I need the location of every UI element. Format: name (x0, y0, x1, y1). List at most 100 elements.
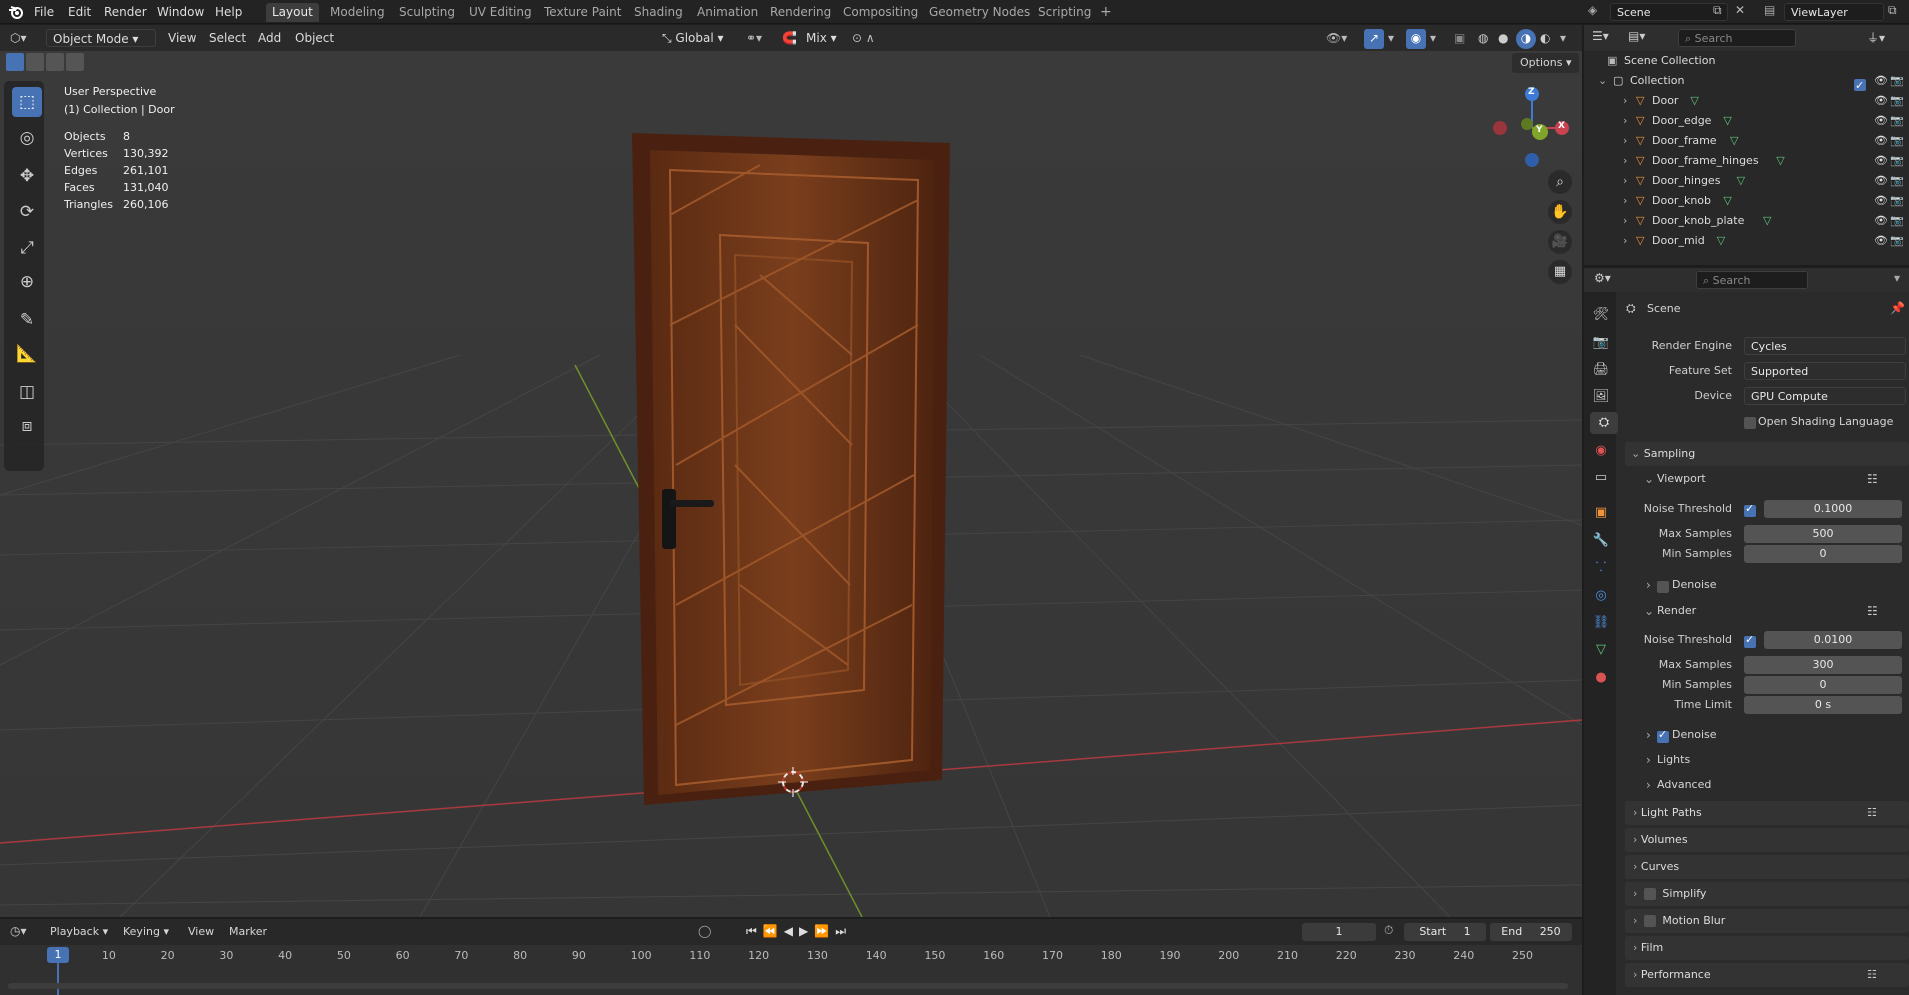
mode-dropdown[interactable]: Object Mode ▾ (46, 29, 156, 47)
start-frame-field[interactable]: Start 1 (1404, 923, 1486, 941)
preview-range-icon[interactable]: ⏱ (1384, 923, 1393, 938)
outliner-object-row[interactable]: › ▽ Door_hinges ▽ 👁 📷 (1584, 171, 1909, 191)
viewport-noise-threshold-checkbox[interactable] (1744, 502, 1756, 517)
scene-selector[interactable]: Scene (1610, 3, 1728, 21)
chevron-right-icon[interactable]: › (1623, 191, 1627, 211)
curves-panel-header[interactable]: › Curves (1625, 855, 1909, 879)
viewport-subpanel-label[interactable]: Viewport (1657, 472, 1706, 485)
visibility-eye-icon[interactable]: 👁 (1874, 71, 1888, 91)
presets-list-icon[interactable]: ☷ (1867, 801, 1877, 825)
gizmo-toggle-icon[interactable]: ↗ (1364, 29, 1384, 49)
select-box-icon[interactable]: ⬚ (12, 87, 42, 117)
navigation-gizmo[interactable]: Z X Y (1485, 85, 1575, 175)
presets-list-icon[interactable]: ☷ (1867, 472, 1878, 486)
tab-geometry-nodes[interactable]: Geometry Nodes (923, 3, 1036, 22)
render-engine-dropdown[interactable]: Cycles (1744, 337, 1906, 355)
properties-search-input[interactable]: ⌕ Search (1696, 271, 1808, 289)
osl-checkbox[interactable] (1744, 415, 1756, 429)
sampling-panel-header[interactable]: ⌄ Sampling (1625, 442, 1909, 466)
simplify-checkbox[interactable] (1643, 888, 1656, 900)
perspective-toggle-icon[interactable]: ▦ (1548, 260, 1572, 284)
outliner-editor-icon[interactable]: ☰▾ (1592, 29, 1609, 43)
display-mode-icon[interactable]: ▤▾ (1628, 29, 1645, 43)
rendered-shading-icon[interactable]: ◐ (1540, 29, 1550, 47)
select-intersect-icon[interactable] (66, 53, 84, 71)
timeline-view-menu[interactable]: View (188, 925, 214, 938)
orientation-dropdown[interactable]: ⤡ Global ▾ (662, 29, 724, 47)
tab-modeling[interactable]: Modeling (324, 3, 391, 22)
outliner-object-row[interactable]: › ▽ Door_frame_hinges ▽ 👁 📷 (1584, 151, 1909, 171)
chevron-right-icon[interactable]: › (1623, 131, 1627, 151)
time-limit-field[interactable]: 0 s (1744, 696, 1902, 714)
collection-tab-icon[interactable]: ▭ (1590, 467, 1612, 489)
tab-rendering[interactable]: Rendering (764, 3, 837, 22)
outliner-object-row[interactable]: › ▽ Door_edge ▽ 👁 📷 (1584, 111, 1909, 131)
xray-toggle-icon[interactable]: ▣ (1454, 29, 1465, 47)
render-camera-icon[interactable]: 📷 (1890, 111, 1904, 131)
render-max-samples-field[interactable]: 300 (1744, 656, 1902, 674)
snap-target-dropdown[interactable]: Mix ▾ (806, 29, 837, 47)
select-extend-icon[interactable] (26, 53, 44, 71)
render-camera-icon[interactable]: 📷 (1890, 91, 1904, 111)
rotate-tool-icon[interactable]: ⟳ (12, 197, 42, 227)
render-camera-icon[interactable]: 📷 (1890, 171, 1904, 191)
render-camera-icon[interactable]: 📷 (1890, 71, 1904, 91)
outliner-object-row[interactable]: › ▽ Door_frame ▽ 👁 📷 (1584, 131, 1909, 151)
mesh-data-icon[interactable]: ▽ (1717, 231, 1725, 251)
performance-panel-header[interactable]: › Performance ☷ (1625, 963, 1909, 987)
world-tab-icon[interactable]: ◉ (1590, 440, 1612, 462)
render-noise-threshold-checkbox[interactable] (1744, 633, 1756, 648)
output-tab-icon[interactable]: 🖨 (1590, 359, 1612, 381)
modifier-tab-icon[interactable]: 🔧 (1590, 530, 1612, 552)
device-dropdown[interactable]: GPU Compute (1744, 387, 1906, 405)
outliner-search-input[interactable]: ⌕ Search (1678, 29, 1796, 47)
properties-options-icon[interactable]: ▾ (1894, 271, 1900, 285)
add-object-tool-icon[interactable]: ⧈ (12, 411, 42, 441)
menu-help[interactable]: Help (215, 3, 242, 21)
pivot-icon[interactable]: ⚭▾ (746, 29, 762, 47)
scene-icon[interactable]: ◈ (1588, 3, 1597, 17)
next-keyframe-icon[interactable]: ⏩ (814, 924, 835, 938)
chevron-right-icon[interactable]: › (1623, 231, 1627, 251)
menu-edit[interactable]: Edit (68, 3, 91, 21)
overlays-dropdown-icon[interactable]: ▾ (1430, 29, 1436, 47)
viewport-min-samples-field[interactable]: 0 (1744, 545, 1902, 563)
marker-menu[interactable]: Marker (229, 925, 267, 938)
gizmo-dropdown-icon[interactable]: ▾ (1388, 29, 1394, 47)
delete-scene-icon[interactable]: ✕ (1735, 3, 1745, 17)
mesh-data-icon[interactable]: ▽ (1763, 211, 1771, 231)
viewlayer-icon[interactable]: ▤ (1764, 3, 1775, 17)
tool-tab-icon[interactable]: 🛠 (1590, 304, 1612, 326)
properties-editor-icon[interactable]: ⚙▾ (1594, 271, 1611, 285)
outliner-object-row[interactable]: › ▽ Door_knob ▽ 👁 📷 (1584, 191, 1909, 211)
tab-layout[interactable]: Layout (266, 3, 319, 22)
chevron-right-icon[interactable]: › (1623, 211, 1627, 231)
physics-tab-icon[interactable]: ◎ (1590, 585, 1612, 607)
blender-logo-icon[interactable] (8, 4, 24, 20)
particles-tab-icon[interactable]: ⸪ (1590, 557, 1612, 579)
play-reverse-icon[interactable]: ◀ (784, 924, 799, 938)
tab-scripting[interactable]: Scripting (1032, 3, 1097, 22)
mesh-data-icon[interactable]: ▽ (1723, 191, 1731, 211)
outliner-object-row[interactable]: › ▽ Door ▽ 👁 📷 (1584, 91, 1909, 111)
3d-viewport[interactable]: Z X Y ⌕ ✋ 🎥 ▦ User Perspective (1) Colle… (0, 25, 1582, 917)
add-cube-tool-icon[interactable]: ◫ (12, 377, 42, 407)
timeline-editor-icon[interactable]: ◷▾ (10, 924, 27, 938)
tab-sculpting[interactable]: Sculpting (393, 3, 461, 22)
chevron-right-icon[interactable]: › (1623, 91, 1627, 111)
lights-subpanel-label[interactable]: Lights (1657, 753, 1690, 766)
render-min-samples-field[interactable]: 0 (1744, 676, 1902, 694)
new-scene-icon[interactable]: ⧉ (1713, 3, 1722, 18)
visibility-eye-icon[interactable]: 👁 (1874, 211, 1888, 231)
render-noise-threshold-field[interactable]: 0.0100 (1764, 631, 1902, 649)
mesh-data-icon[interactable]: ▽ (1737, 171, 1745, 191)
material-preview-shading-icon[interactable]: ◑ (1516, 29, 1536, 49)
proportional-edit-icon[interactable]: ⊙ ∧ (852, 29, 875, 47)
door-model[interactable] (632, 133, 950, 805)
viewport-noise-threshold-field[interactable]: 0.1000 (1764, 500, 1902, 518)
constraints-tab-icon[interactable]: ⛓ (1590, 612, 1612, 634)
menu-file[interactable]: File (34, 3, 54, 21)
mesh-data-icon[interactable]: ▽ (1776, 151, 1784, 171)
chevron-right-icon[interactable]: › (1646, 578, 1651, 592)
options-dropdown[interactable]: Options ▾ (1512, 53, 1580, 73)
